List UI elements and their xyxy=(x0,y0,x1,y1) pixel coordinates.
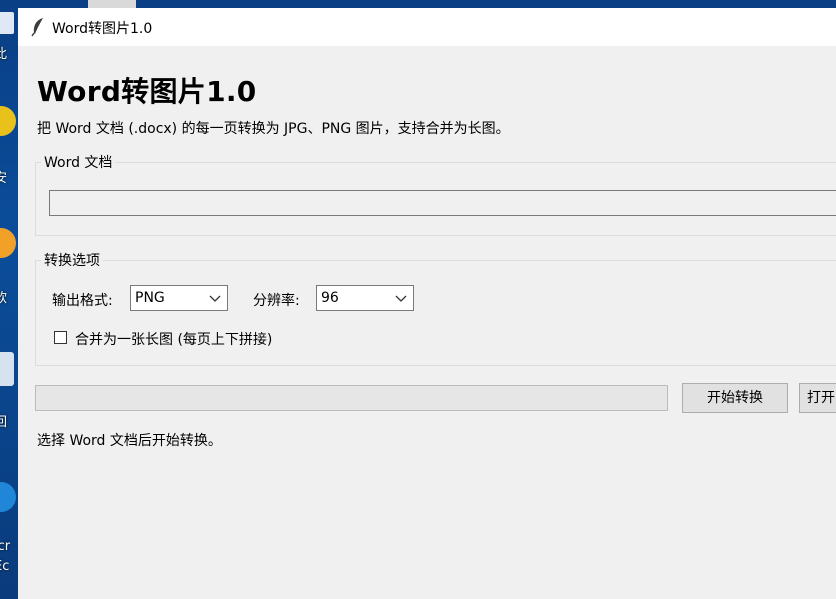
start-conversion-button[interactable]: 开始转换 xyxy=(682,383,788,413)
merge-long-image-label[interactable]: 合并为一张长图 (每页上下拼接) xyxy=(75,329,272,349)
title-bar[interactable]: Word转图片1.0 xyxy=(18,8,836,46)
resolution-value: 96 xyxy=(321,290,339,306)
resolution-label: 分辨率: xyxy=(253,293,300,309)
page-subtitle: 把 Word 文档 (.docx) 的每一页转换为 JPG、PNG 图片，支持合… xyxy=(37,121,510,137)
chevron-down-icon xyxy=(209,295,221,302)
desktop-label: 此 xyxy=(0,47,8,62)
open-button[interactable]: 打开 xyxy=(799,383,836,413)
desktop-icon-this-pc[interactable] xyxy=(0,12,14,34)
word-file-path-field[interactable] xyxy=(49,190,836,216)
resolution-select[interactable]: 96 xyxy=(316,285,414,311)
desktop-label: 回 xyxy=(0,415,8,430)
desktop-icon-edge[interactable] xyxy=(0,482,16,512)
merge-long-image-checkbox[interactable] xyxy=(54,331,67,344)
conversion-options-group-label: 转换选项 xyxy=(41,250,103,270)
desktop-label: 安 xyxy=(0,171,8,186)
chevron-down-icon xyxy=(395,295,407,302)
desktop-label: 软 xyxy=(0,291,8,306)
desktop-background: 此 安 软 回 icr Ec xyxy=(0,0,18,599)
output-format-label: 输出格式: xyxy=(52,293,113,309)
desktop-label: icr xyxy=(0,539,11,554)
desktop-icon-recycle-bin[interactable] xyxy=(0,352,14,386)
word-document-group-label: Word 文档 xyxy=(41,152,116,172)
output-format-value: PNG xyxy=(135,290,165,306)
desktop-icon-security[interactable] xyxy=(0,106,16,136)
app-window: Word转图片1.0 Word转图片1.0 把 Word 文档 (.docx) … xyxy=(18,8,836,599)
page-title: Word转图片1.0 xyxy=(37,75,257,108)
conversion-progress-bar xyxy=(35,385,668,411)
window-title: Word转图片1.0 xyxy=(52,21,153,37)
conversion-options-group xyxy=(35,260,836,366)
desktop-label: Ec xyxy=(0,559,10,574)
status-text: 选择 Word 文档后开始转换。 xyxy=(37,433,222,449)
output-format-select[interactable]: PNG xyxy=(130,285,228,311)
feather-icon xyxy=(31,18,43,37)
desktop-icon-software[interactable] xyxy=(0,228,16,258)
desktop-top-strip xyxy=(18,0,836,8)
